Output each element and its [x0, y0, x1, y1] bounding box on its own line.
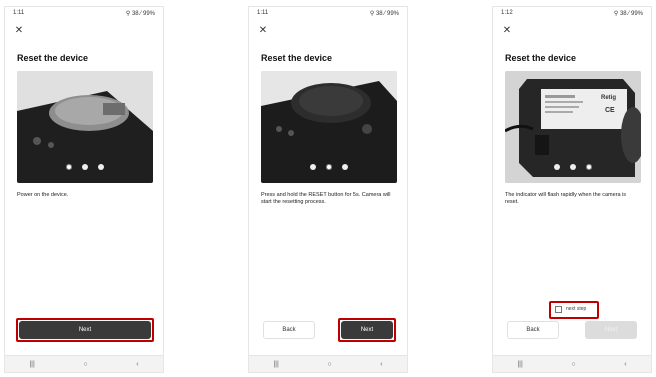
device-brand-label: Retig [601, 95, 616, 101]
next-step-label: next step [566, 306, 587, 312]
instruction-text: Power on the device. [17, 192, 69, 198]
status-indicators: ⚲ 38 ⁄ 99% [369, 11, 399, 17]
back-button[interactable]: Back [263, 321, 315, 339]
next-step-checkbox-row[interactable]: next step [551, 303, 597, 317]
carousel-dot[interactable] [342, 164, 349, 170]
status-time: 1:11 [13, 10, 25, 16]
carousel-dot[interactable] [586, 164, 593, 170]
status-indicators: ⚲ 38 ⁄ 99% [125, 11, 155, 17]
carousel-dot[interactable] [65, 164, 72, 170]
carousel-dots [505, 157, 641, 175]
close-icon[interactable]: ✕ [13, 25, 25, 37]
status-bar: 1:11 ⚲ 38 ⁄ 99% [249, 7, 407, 21]
system-nav-bar: ||| ○ ‹ [493, 355, 651, 372]
carousel-dot[interactable] [553, 164, 560, 170]
carousel-dot[interactable] [570, 164, 576, 170]
back-button[interactable]: Back [507, 321, 559, 339]
status-bar: 1:12 ⚲ 38 ⁄ 99% [493, 7, 651, 21]
phone-screen-2: 1:11 ⚲ 38 ⁄ 99% ✕ Reset the device Press… [248, 6, 408, 373]
status-indicators: ⚲ 38 ⁄ 99% [613, 11, 643, 17]
next-step-checkbox[interactable] [555, 306, 562, 313]
instruction-text: The indicator will flash rapidly when th… [505, 192, 627, 205]
page-title: Reset the device [505, 53, 577, 63]
recent-apps-icon[interactable]: ||| [517, 361, 522, 368]
carousel-dot[interactable] [326, 164, 332, 170]
phone-screen-1: 1:11 ⚲ 38 ⁄ 99% ✕ Reset the device Power… [4, 6, 164, 373]
instruction-text: Press and hold the RESET button for 5s. … [261, 192, 391, 205]
status-time: 1:12 [501, 10, 513, 16]
carousel-dot[interactable] [98, 164, 105, 170]
page-title: Reset the device [261, 53, 333, 63]
device-image [17, 71, 153, 183]
system-nav-bar: ||| ○ ‹ [5, 355, 163, 372]
status-time: 1:11 [257, 10, 269, 16]
system-nav-bar: ||| ○ ‹ [249, 355, 407, 372]
home-icon[interactable]: ○ [327, 361, 331, 368]
next-button-disabled[interactable]: Next [585, 321, 637, 339]
back-icon[interactable]: ‹ [380, 361, 382, 368]
carousel-dots [17, 157, 153, 175]
close-icon[interactable]: ✕ [257, 25, 269, 37]
back-icon[interactable]: ‹ [136, 361, 138, 368]
home-icon[interactable]: ○ [571, 361, 575, 368]
next-button[interactable]: Next [19, 321, 151, 339]
home-icon[interactable]: ○ [83, 361, 87, 368]
phone-screen-3: 1:12 ⚲ 38 ⁄ 99% ✕ Reset the device Retig… [492, 6, 652, 373]
page-title: Reset the device [17, 53, 89, 63]
recent-apps-icon[interactable]: ||| [29, 361, 34, 368]
carousel-dot[interactable] [82, 164, 88, 170]
device-image: Retig CE [505, 71, 641, 183]
device-image [261, 71, 397, 183]
back-icon[interactable]: ‹ [624, 361, 626, 368]
ce-mark-label: CE [605, 107, 615, 114]
close-icon[interactable]: ✕ [501, 25, 513, 37]
next-button[interactable]: Next [341, 321, 393, 339]
recent-apps-icon[interactable]: ||| [273, 361, 278, 368]
carousel-dots [261, 157, 397, 175]
status-bar: 1:11 ⚲ 38 ⁄ 99% [5, 7, 163, 21]
carousel-dot[interactable] [309, 164, 316, 170]
